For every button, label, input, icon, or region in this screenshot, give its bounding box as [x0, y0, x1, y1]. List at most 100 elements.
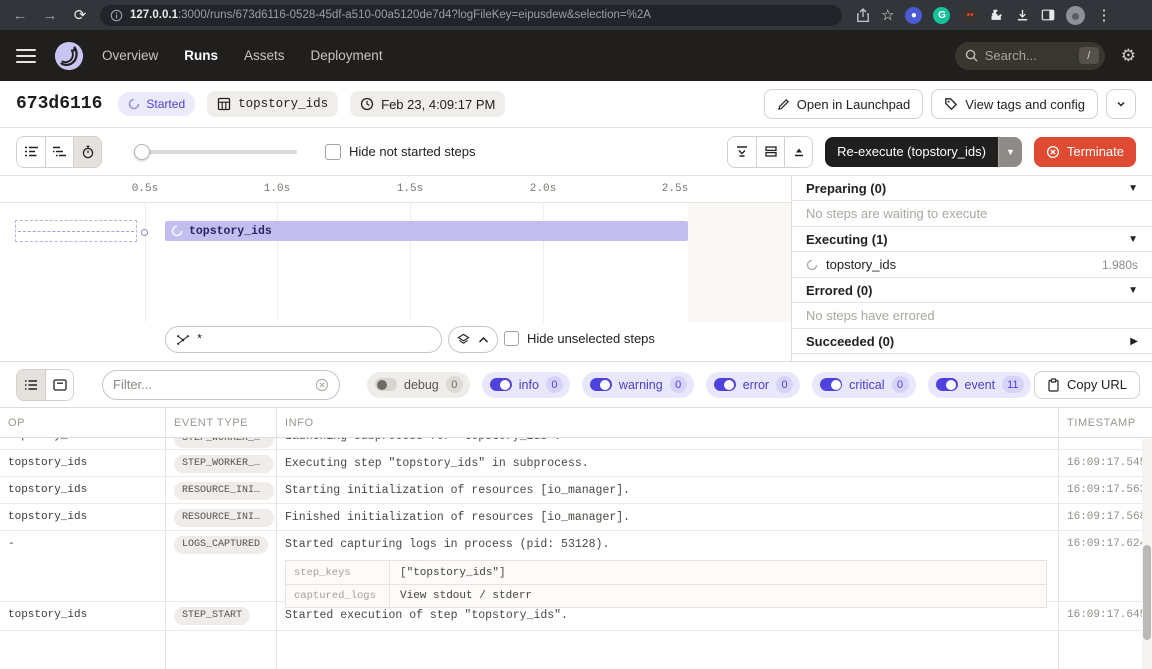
toggle-switch-icon — [375, 378, 397, 391]
gantt-step-bar[interactable]: topstory_ids — [165, 221, 688, 241]
section-succeeded[interactable]: Succeeded (0)▶ — [792, 329, 1152, 354]
nav-overview[interactable]: Overview — [102, 48, 158, 63]
browser-back-icon[interactable]: ← — [10, 7, 30, 24]
nav-links: Overview Runs Assets Deployment — [102, 48, 383, 63]
slider-knob[interactable] — [134, 144, 150, 160]
browser-reload-icon[interactable]: ⟳ — [70, 6, 90, 24]
log-row-logs-captured[interactable]: - LOGS_CAPTURED Started capturing logs i… — [0, 531, 1152, 602]
reexecute-dropdown-button[interactable]: ▼ — [998, 137, 1022, 167]
terminate-button[interactable]: Terminate — [1034, 137, 1136, 167]
level-toggle-warning[interactable]: warning0 — [582, 372, 694, 398]
level-toggle-event[interactable]: event11 — [928, 372, 1031, 398]
waterfall-list-icon — [52, 145, 67, 158]
password-extension-icon[interactable]: ● — [905, 7, 922, 24]
pencil-icon — [777, 98, 790, 111]
log-row-clipped[interactable]: topstory_ids STEP_WORKER_STARTING Launch… — [0, 438, 1152, 450]
caret-down-icon: ▼ — [1128, 183, 1138, 194]
gantt-section: 0.5s 1.0s 1.5s 2.0s 2.5s topstory_ids — [0, 176, 1152, 362]
section-executing[interactable]: Executing (1)▼ — [792, 227, 1152, 252]
log-scrollbar-thumb[interactable] — [1143, 545, 1151, 640]
global-search[interactable]: Search... / — [955, 42, 1105, 70]
run-actions-chevron-button[interactable] — [1106, 89, 1136, 119]
level-toggle-critical[interactable]: critical0 — [812, 372, 915, 398]
browser-toolbar: ← → ⟳ 127.0.0.1:3000/runs/673d6116-0528-… — [0, 0, 1152, 30]
log-table-body[interactable]: topstory_ids STEP_WORKER_STARTING Launch… — [0, 438, 1152, 669]
hamburger-menu-icon[interactable] — [16, 49, 36, 63]
browser-actions: ☆ ● G •• ⋮ — [856, 6, 1111, 25]
level-toggle-info[interactable]: info0 — [482, 372, 570, 398]
log-row[interactable]: topstory_ids STEP_START Started executio… — [0, 602, 1152, 631]
gantt-zoom-slider[interactable] — [134, 144, 297, 160]
panel-split-button[interactable] — [756, 137, 784, 167]
log-view-structured-button[interactable] — [45, 370, 73, 400]
log-filter-input[interactable] — [113, 377, 309, 392]
view-tags-config-button[interactable]: View tags and config — [931, 89, 1098, 119]
executing-step-row[interactable]: topstory_ids 1.980s — [792, 252, 1152, 278]
open-launchpad-button[interactable]: Open in Launchpad — [764, 89, 923, 119]
gantt-waiting-marker — [15, 220, 137, 242]
hide-unselected-checkbox[interactable] — [504, 331, 519, 346]
section-errored[interactable]: Errored (0)▼ — [792, 278, 1152, 303]
clear-filter-icon[interactable] — [315, 378, 329, 392]
hide-not-started-checkbox[interactable] — [325, 144, 341, 160]
event-type-chip: LOGS_CAPTURED — [174, 536, 268, 554]
collapse-down-icon — [735, 145, 749, 158]
address-bar[interactable]: 127.0.0.1:3000/runs/673d6116-0528-45df-a… — [100, 5, 842, 26]
section-preparing[interactable]: Preparing (0)▼ — [792, 176, 1152, 201]
clock-icon — [360, 97, 374, 111]
gantt-mode-waterfall-button[interactable] — [45, 137, 73, 167]
tag-icon — [944, 97, 958, 111]
errored-empty-state: No steps have errored — [792, 303, 1152, 329]
event-type-chip: STEP_WORKER_STARTED — [174, 455, 274, 473]
gantt-mode-timed-button[interactable] — [73, 137, 101, 167]
sidebar-icon[interactable] — [1041, 8, 1055, 22]
clipboard-icon — [1047, 378, 1060, 392]
tick-label: 1.0s — [264, 183, 290, 195]
browser-profile-avatar[interactable] — [1066, 6, 1085, 25]
nav-runs[interactable]: Runs — [184, 48, 218, 63]
panel-bottom-button[interactable] — [728, 137, 756, 167]
browser-menu-icon[interactable]: ⋮ — [1096, 6, 1111, 24]
log-row[interactable]: topstory_ids RESOURCE_INIT_STARTED Start… — [0, 477, 1152, 504]
site-info-icon[interactable] — [110, 9, 123, 22]
tick-label: 1.5s — [397, 183, 423, 195]
extensions-puzzle-icon[interactable] — [989, 8, 1004, 23]
downloads-icon[interactable] — [1015, 8, 1030, 23]
log-row[interactable]: topstory_ids RESOURCE_INIT_SUCCESS Finis… — [0, 504, 1152, 531]
step-selector[interactable] — [165, 326, 442, 353]
job-chip[interactable]: topstory_ids — [207, 91, 338, 117]
tick-label: 0.5s — [132, 183, 158, 195]
log-row[interactable]: topstory_ids STEP_WORKER_STARTED Executi… — [0, 450, 1152, 477]
browser-forward-icon[interactable]: → — [40, 7, 60, 24]
run-status-badge: Started — [118, 92, 195, 116]
terminate-icon — [1046, 145, 1060, 159]
event-type-chip: STEP_START — [174, 607, 250, 625]
structured-view-icon — [53, 379, 67, 391]
caret-down-icon: ▼ — [1128, 285, 1138, 296]
log-view-list-button[interactable] — [17, 370, 45, 400]
run-id: 673d6116 — [16, 94, 102, 114]
settings-gear-icon[interactable]: ⚙ — [1121, 46, 1136, 66]
tick-label: 2.0s — [530, 183, 556, 195]
gantt-mode-flat-button[interactable] — [17, 137, 45, 167]
step-selector-input[interactable] — [196, 333, 431, 347]
extension-icon[interactable]: •• — [961, 7, 978, 24]
nav-assets[interactable]: Assets — [244, 48, 285, 63]
dagster-logo[interactable] — [54, 41, 84, 71]
share-icon[interactable] — [856, 8, 870, 23]
metadata-row: step_keys ["topstory_ids"] — [286, 561, 1046, 584]
reexecute-button[interactable]: Re-execute (topstory_ids) — [825, 137, 998, 167]
panel-top-button[interactable] — [784, 137, 812, 167]
copy-url-button[interactable]: Copy URL — [1034, 371, 1140, 399]
log-filter-input-wrap — [102, 370, 340, 400]
grammarly-extension-icon[interactable]: G — [933, 7, 950, 24]
chevron-down-icon — [1115, 98, 1127, 110]
bookmark-star-icon[interactable]: ☆ — [881, 6, 894, 24]
level-toggle-debug[interactable]: debug0 — [367, 372, 470, 398]
event-type-chip: RESOURCE_INIT_SUCCESS — [174, 509, 274, 527]
hide-unselected-label: Hide unselected steps — [527, 331, 655, 346]
layer-controls[interactable] — [448, 326, 498, 353]
level-toggle-error[interactable]: error0 — [706, 372, 800, 398]
view-stdout-link[interactable]: View stdout / stderr — [390, 590, 1046, 602]
nav-deployment[interactable]: Deployment — [311, 48, 383, 63]
